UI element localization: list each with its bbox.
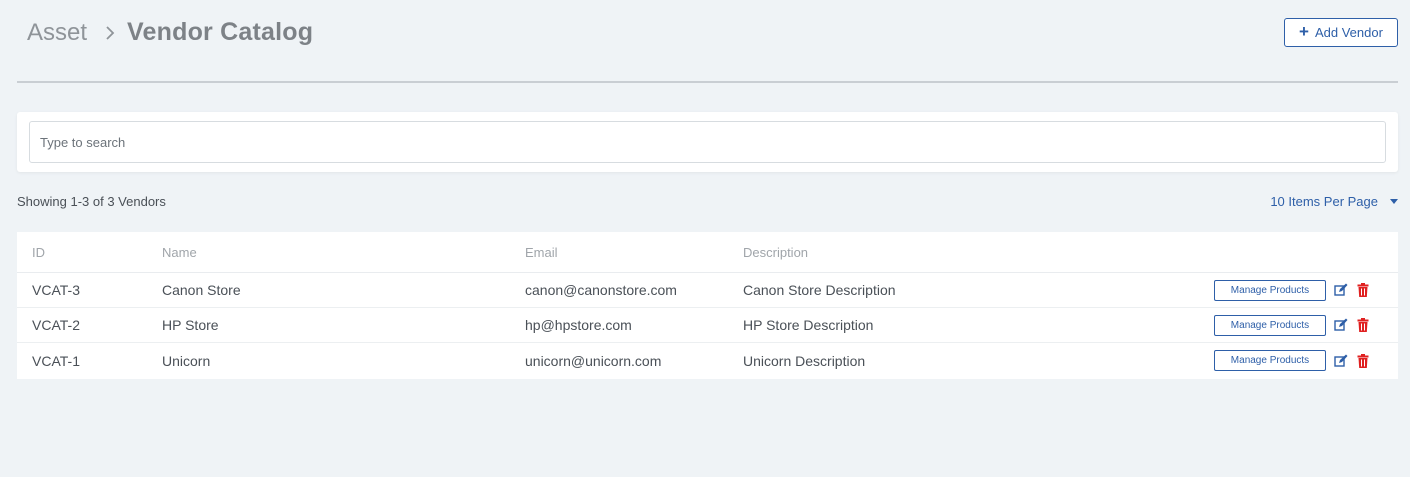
trash-icon[interactable] [1356, 318, 1370, 332]
row-actions: Manage Products [1214, 308, 1370, 342]
column-header-description: Description [743, 244, 809, 260]
caret-down-icon [1390, 199, 1398, 204]
table-row: VCAT-2 HP Store hp@hpstore.com HP Store … [17, 308, 1398, 343]
table-header-row: ID Name Email Description [17, 232, 1398, 273]
vendor-description: Canon Store Description [743, 282, 896, 298]
column-header-id: ID [32, 244, 45, 260]
manage-products-button[interactable]: Manage Products [1214, 314, 1326, 336]
trash-icon[interactable] [1356, 353, 1370, 368]
vendor-name: Unicorn [162, 352, 211, 369]
edit-icon[interactable] [1334, 354, 1348, 368]
vendor-name: Canon Store [162, 282, 241, 298]
vendor-name: HP Store [162, 317, 219, 333]
column-header-email: Email [525, 244, 558, 260]
page-title: Vendor Catalog [127, 18, 314, 46]
breadcrumb-root-link[interactable]: Asset [27, 19, 87, 47]
breadcrumb: Asset Vendor Catalog [27, 18, 313, 47]
vendor-email: hp@hpstore.com [525, 317, 632, 333]
results-summary: Showing 1-3 of 3 Vendors [17, 194, 166, 209]
edit-icon[interactable] [1334, 283, 1348, 297]
column-header-name: Name [162, 244, 197, 260]
items-per-page-label: 10 Items Per Page [1270, 194, 1378, 209]
vendors-table: ID Name Email Description VCAT-3 Canon S… [17, 232, 1398, 379]
vendor-email: canon@canonstore.com [525, 282, 677, 298]
edit-icon[interactable] [1334, 318, 1348, 332]
page-header: Asset Vendor Catalog + Add Vendor [17, 0, 1398, 83]
trash-icon[interactable] [1356, 283, 1370, 297]
items-per-page-dropdown[interactable]: 10 Items Per Page [1270, 194, 1398, 209]
add-vendor-label: Add Vendor [1314, 25, 1383, 40]
table-row: VCAT-1 Unicorn unicorn@unicorn.com Unico… [17, 343, 1398, 378]
table-row: VCAT-3 Canon Store canon@canonstore.com … [17, 273, 1398, 308]
vendor-description: HP Store Description [743, 317, 874, 333]
manage-products-button[interactable]: Manage Products [1214, 279, 1326, 301]
manage-products-button[interactable]: Manage Products [1214, 350, 1326, 371]
search-card [17, 112, 1398, 172]
search-input[interactable] [29, 121, 1386, 163]
row-actions: Manage Products [1214, 343, 1370, 378]
vendor-id: VCAT-2 [32, 317, 80, 333]
vendor-id: VCAT-3 [32, 282, 80, 298]
vendor-id: VCAT-1 [32, 352, 80, 369]
add-vendor-button[interactable]: + Add Vendor [1284, 18, 1398, 47]
row-actions: Manage Products [1214, 273, 1370, 307]
plus-icon: + [1299, 22, 1309, 41]
vendor-catalog-page: Asset Vendor Catalog + Add Vendor Showin… [0, 0, 1410, 477]
vendor-description: Unicorn Description [743, 352, 866, 369]
vendor-email: unicorn@unicorn.com [525, 352, 662, 369]
chevron-right-icon [105, 25, 115, 40]
